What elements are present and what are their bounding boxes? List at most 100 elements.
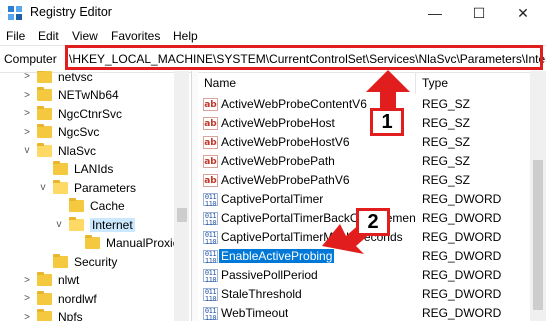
value-name: ActiveWebProbePath bbox=[221, 154, 335, 168]
value-row[interactable]: ab ActiveWebProbeHostV6 REG_SZ bbox=[199, 133, 530, 152]
tree-item-manualproxie[interactable]: ManualProxie bbox=[70, 234, 179, 253]
window-title: Registry Editor bbox=[30, 5, 112, 19]
folder-icon bbox=[69, 198, 84, 212]
value-list[interactable]: ab ActiveWebProbeContentV6 REG_SZ ab ActiveW… bbox=[199, 71, 530, 321]
tree-item-security[interactable]: Security bbox=[38, 252, 117, 271]
tree-item-label: NETwNb64 bbox=[58, 88, 119, 102]
menu-edit[interactable]: Edit bbox=[38, 29, 59, 43]
value-row[interactable]: ab ActiveWebProbePathV6 REG_SZ bbox=[199, 171, 530, 190]
value-row[interactable]: 011 110 WebTimeout REG_DWORD bbox=[199, 304, 530, 321]
folder-icon bbox=[37, 309, 52, 321]
value-row[interactable]: ab ActiveWebProbeContentV6 REG_SZ bbox=[199, 95, 530, 114]
tree-item-label: Internet bbox=[90, 217, 135, 232]
list-scrollbar-thumb[interactable] bbox=[533, 160, 543, 310]
string-value-icon: ab bbox=[203, 136, 218, 149]
tree-item-label: netvsc bbox=[58, 71, 93, 84]
address-root-label: Computer bbox=[4, 52, 57, 66]
tree-item-label: ManualProxie bbox=[106, 236, 180, 250]
chevron-right-icon[interactable]: > bbox=[22, 127, 32, 138]
folder-icon bbox=[37, 142, 52, 157]
tree-item-label: Parameters bbox=[74, 180, 137, 195]
tree-item-label: NgcSvc bbox=[58, 125, 100, 139]
tree-item-nlwt[interactable]: > nlwt bbox=[22, 271, 79, 290]
value-row[interactable]: 011 110 CaptivePortalTimer REG_DWORD bbox=[199, 190, 530, 209]
folder-icon bbox=[37, 124, 52, 138]
value-row[interactable]: 011 110 StaleThreshold REG_DWORD bbox=[199, 285, 530, 304]
maximize-icon: ☐ bbox=[472, 4, 486, 21]
tree-item-internet[interactable]: v Internet bbox=[54, 215, 135, 234]
value-type: REG_DWORD bbox=[422, 211, 502, 225]
value-name: PassivePollPeriod bbox=[221, 268, 318, 282]
tree-scrollbar[interactable] bbox=[174, 71, 189, 321]
chevron-right-icon[interactable]: > bbox=[22, 71, 32, 82]
value-name: ActiveWebProbeHostV6 bbox=[221, 135, 350, 149]
value-name: StaleThreshold bbox=[221, 287, 302, 301]
step-2-badge: 2 bbox=[356, 208, 390, 236]
chevron-right-icon[interactable]: > bbox=[22, 312, 32, 321]
tree-scrollbar-thumb[interactable] bbox=[177, 208, 187, 222]
menu-bar: File Edit View Favorites Help bbox=[0, 27, 546, 45]
value-type: REG_DWORD bbox=[422, 287, 502, 301]
tree-item-label: Security bbox=[74, 254, 118, 269]
value-name: ActiveWebProbePathV6 bbox=[221, 173, 350, 187]
tree-item-parameters[interactable]: v Parameters bbox=[38, 178, 136, 197]
pane-splitter[interactable] bbox=[191, 71, 198, 321]
chevron-down-icon[interactable]: v bbox=[38, 182, 48, 193]
key-tree[interactable]: > netvsc > NETwNb64 > NgcCtnrSvc > NgcSvc v NlaSv… bbox=[0, 71, 191, 321]
tree-item-nordlwf[interactable]: > nordlwf bbox=[22, 289, 97, 308]
tree-item-label: nordlwf bbox=[58, 291, 97, 306]
chevron-right-icon[interactable]: > bbox=[22, 293, 32, 304]
chevron-right-icon[interactable]: > bbox=[22, 275, 32, 286]
value-row[interactable]: ab ActiveWebProbeHost REG_SZ bbox=[199, 114, 530, 133]
value-row[interactable]: 011 110 PassivePollPeriod REG_DWORD bbox=[199, 266, 530, 285]
value-type: REG_DWORD bbox=[422, 249, 502, 263]
menu-file[interactable]: File bbox=[6, 29, 25, 43]
value-type: REG_DWORD bbox=[422, 230, 502, 244]
chevron-down-icon[interactable]: v bbox=[54, 219, 64, 230]
value-type: REG_SZ bbox=[422, 173, 471, 187]
chevron-down-icon[interactable]: v bbox=[22, 145, 32, 156]
tree-item-label: LANIds bbox=[74, 162, 114, 176]
menu-help[interactable]: Help bbox=[173, 29, 198, 43]
maximize-button[interactable]: ☐ bbox=[457, 0, 501, 26]
close-icon: ✕ bbox=[517, 4, 529, 21]
chevron-right-icon[interactable]: > bbox=[22, 108, 32, 119]
menu-favorites[interactable]: Favorites bbox=[111, 29, 160, 43]
tree-item-ngcctnrsvc[interactable]: > NgcCtnrSvc bbox=[22, 104, 122, 123]
value-name: ActiveWebProbeContentV6 bbox=[221, 97, 367, 111]
dword-value-icon: 011 110 bbox=[203, 288, 218, 303]
registry-editor-icon bbox=[8, 6, 22, 20]
tree-item-label: Npfs bbox=[58, 310, 83, 321]
tree-item-cache[interactable]: Cache bbox=[54, 197, 125, 216]
tree-item-nlasvc[interactable]: v NlaSvc bbox=[22, 141, 96, 160]
tree-item-netwnb64[interactable]: > NETwNb64 bbox=[22, 86, 119, 105]
dword-value-icon: 011 110 bbox=[203, 269, 218, 284]
tree-item-npfs[interactable]: > Npfs bbox=[22, 308, 83, 321]
folder-icon bbox=[37, 290, 52, 305]
menu-view[interactable]: View bbox=[72, 29, 98, 43]
folder-icon bbox=[69, 216, 84, 231]
tree-item-ngcsvc[interactable]: > NgcSvc bbox=[22, 123, 99, 142]
folder-icon bbox=[85, 235, 100, 249]
folder-icon bbox=[53, 161, 68, 175]
value-type: REG_SZ bbox=[422, 154, 471, 168]
folder-icon bbox=[37, 272, 52, 286]
value-name: ActiveWebProbeHost bbox=[221, 116, 335, 130]
tree-item-lanids[interactable]: LANIds bbox=[38, 160, 113, 179]
value-row[interactable]: 011 110 EnableActiveProbing REG_DWORD bbox=[199, 247, 530, 266]
title-bar: Registry Editor — ☐ ✕ bbox=[0, 0, 546, 26]
value-type: REG_DWORD bbox=[422, 192, 502, 206]
close-button[interactable]: ✕ bbox=[501, 0, 545, 26]
string-value-icon: ab bbox=[203, 174, 218, 187]
dword-value-icon: 011 110 bbox=[203, 212, 218, 227]
dword-value-icon: 011 110 bbox=[203, 250, 218, 265]
dword-value-icon: 011 110 bbox=[203, 231, 218, 246]
value-type: REG_SZ bbox=[422, 116, 471, 130]
minimize-icon: — bbox=[428, 5, 442, 21]
chevron-right-icon[interactable]: > bbox=[22, 90, 32, 101]
tree-item-netvsc[interactable]: > netvsc bbox=[22, 71, 93, 86]
minimize-button[interactable]: — bbox=[413, 0, 457, 26]
step-1-badge: 1 bbox=[370, 108, 404, 136]
folder-icon bbox=[53, 179, 68, 194]
value-row[interactable]: ab ActiveWebProbePath REG_SZ bbox=[199, 152, 530, 171]
